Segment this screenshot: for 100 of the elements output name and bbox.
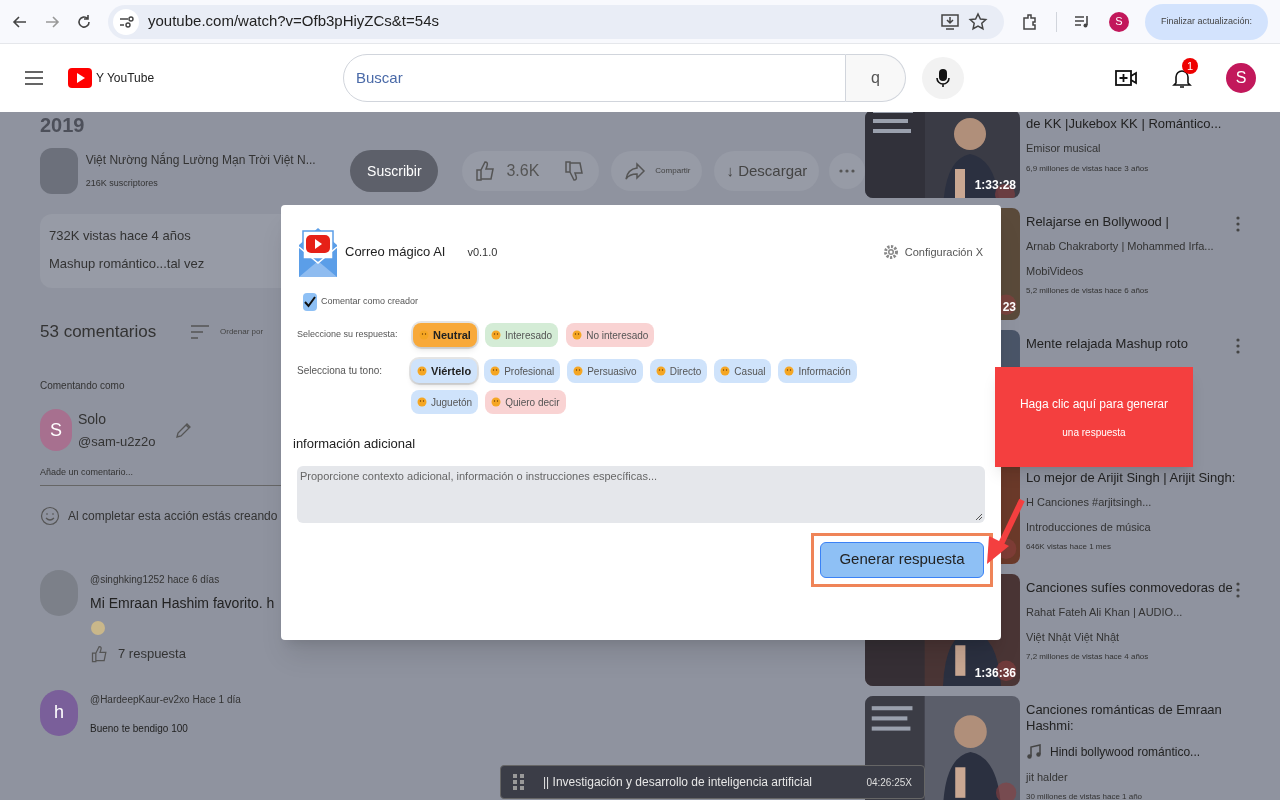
vertical-dots-icon xyxy=(1236,338,1240,354)
video-title[interactable]: Lo mejor de Arijit Singh | Arijit Singh: xyxy=(1026,470,1250,487)
comment-count: 53 comentarios xyxy=(40,321,158,344)
video-subtitle: H Canciones #arjitsingh... xyxy=(1026,495,1153,511)
site-settings-icon[interactable] xyxy=(112,7,140,36)
user-avatar: S xyxy=(40,409,72,452)
forward-icon[interactable] xyxy=(44,13,60,30)
player-title: || Investigación y desarrollo de inteligencia artificial xyxy=(543,774,813,791)
option-chip[interactable]: Profesional xyxy=(484,359,561,383)
reload-icon[interactable] xyxy=(76,13,92,30)
mini-player-bar[interactable]: || Investigación y desarrollo de inteligencia artificial 04:26:25X xyxy=(500,765,925,799)
smiley-icon xyxy=(40,505,60,526)
channel-name[interactable]: jit halder xyxy=(1026,768,1250,785)
extension-title: Correo mágico AI xyxy=(345,243,446,262)
duration-label: 23 xyxy=(1002,299,1016,316)
logo-text[interactable]: Y YouTube xyxy=(96,69,155,87)
subscribe-button[interactable]: Suscribir xyxy=(350,150,439,192)
url-text: youtube.com/watch?v=Ofb3pHiyZCs&t=54s xyxy=(148,11,440,32)
version-label: v0.1.0 xyxy=(467,244,498,260)
option-chip[interactable]: Neutral xyxy=(413,323,477,347)
additional-info-label: información adicional xyxy=(293,435,417,453)
channel-name[interactable]: Việt Nhật Việt Nhật xyxy=(1026,628,1250,646)
commenting-as-label: Comentando como xyxy=(40,379,126,393)
back-icon[interactable] xyxy=(12,13,28,30)
notice-text: Al completar esta acción estás creando xyxy=(68,507,278,525)
resize-handle-icon[interactable] xyxy=(975,512,983,521)
video-year: 2019 xyxy=(40,113,86,138)
channel-name[interactable]: Emisor musical xyxy=(1026,140,1250,157)
duration-label: 1:36:36 xyxy=(974,665,1016,682)
more-options-button[interactable] xyxy=(1236,338,1240,354)
settings-button[interactable]: Configuración X xyxy=(882,243,983,261)
video-subtitle: Rahat Fateh Ali Khan | AUDIO... xyxy=(1026,605,1184,621)
address-bar[interactable]: youtube.com/watch?v=Ofb3pHiyZCs&t=54s xyxy=(108,4,1004,39)
subscriber-count: 216K suscriptores xyxy=(85,177,159,191)
avatar-button[interactable]: S xyxy=(1226,63,1256,93)
play-logo-icon[interactable] xyxy=(68,68,92,88)
video-meta: 6,9 millones de vistas hace 3 años xyxy=(1026,162,1150,175)
video-meta: 30 millones de vistas hace 1 año xyxy=(1026,791,1144,800)
video-meta: 5,2 millones de vistas hace 6 años xyxy=(1026,285,1150,298)
option-chip[interactable]: Juguetón xyxy=(411,390,479,414)
checkbox-label[interactable]: Comentar como creador xyxy=(321,295,419,309)
option-chip[interactable]: Casual xyxy=(714,359,772,383)
comment-author: @singhking1252 hace 6 días xyxy=(90,572,221,587)
video-title[interactable]: Canciones sufíes conmovedoras de xyxy=(1026,580,1250,597)
option-chip[interactable]: Directo xyxy=(649,359,708,383)
channel-name[interactable]: Introducciones de música xyxy=(1026,518,1250,536)
emoji-icon xyxy=(784,366,795,376)
view-stats: 732K vistas hace 4 años xyxy=(49,227,192,245)
emoji-icon xyxy=(490,366,501,376)
commenter-avatar: h xyxy=(40,689,78,736)
video-meta: 7,2 millones de vistas hace 4 años xyxy=(1026,651,1150,664)
tone-label: Selecciona tu tono: xyxy=(297,364,384,378)
drag-handle-icon[interactable] xyxy=(513,774,525,790)
option-chip[interactable]: Quiero decir xyxy=(485,390,566,414)
comment-text: Bueno te bendigo 100 xyxy=(90,721,189,736)
option-chip[interactable]: Viértelo xyxy=(411,359,478,383)
notification-badge: 1 xyxy=(1182,58,1198,74)
response-label: Seleccione su respuesta: xyxy=(297,328,399,342)
settings-gear-icon xyxy=(882,244,899,260)
bookmark-star-icon[interactable] xyxy=(967,11,988,32)
option-chip[interactable]: Información xyxy=(778,359,857,383)
sort-label[interactable]: Ordenar por xyxy=(220,326,264,338)
emoji-icon xyxy=(490,330,501,340)
emoji-icon xyxy=(419,330,429,340)
share-button[interactable]: Compartir xyxy=(611,151,703,191)
mail-logo-icon xyxy=(297,225,339,279)
update-button[interactable]: Finalizar actualización: xyxy=(1144,3,1268,40)
option-chip[interactable]: No interesado xyxy=(566,323,655,347)
channel-name[interactable]: MobiVideos xyxy=(1026,262,1250,280)
video-title[interactable]: Mente relajada Mashup roto xyxy=(1026,336,1250,353)
additional-info-field[interactable]: Proporcione contexto adicional, información o instrucciones específicas... xyxy=(297,465,985,523)
share-arrow-icon xyxy=(623,159,648,183)
emoji-icon xyxy=(720,366,731,376)
search-button[interactable]: q xyxy=(846,54,906,102)
replies-link[interactable]: 7 respuesta xyxy=(118,643,186,664)
video-subtitle: Hindi bollywood romántico... xyxy=(1050,743,1201,761)
option-chip[interactable]: Interesado xyxy=(484,323,559,347)
emoji-icon xyxy=(90,619,106,636)
pointer-arrow xyxy=(985,498,1025,566)
more-options-button[interactable] xyxy=(1236,216,1240,232)
download-button[interactable]: ↓ Descargar xyxy=(714,151,820,191)
video-title[interactable]: de KK |Jukebox KK | Romántico... xyxy=(1026,116,1250,133)
video-title[interactable]: Canciones románticas de Emraan Hashmi: xyxy=(1026,702,1250,735)
menu-icon[interactable] xyxy=(24,68,44,88)
option-chip[interactable]: Persuasivo xyxy=(567,359,643,383)
user-name: Solo xyxy=(78,410,108,429)
vertical-dots-icon xyxy=(1236,582,1240,598)
emoji-icon xyxy=(572,330,583,340)
video-subtitle: Arnab Chakraborty | Mohammed Irfa... xyxy=(1026,239,1215,255)
channel-name[interactable]: Việt Nường Nắng Lường Mạn Trời Việt N... xyxy=(85,151,339,170)
vertical-dots-icon xyxy=(1236,216,1240,232)
duration-label: 1:33:28 xyxy=(974,177,1016,194)
video-title[interactable]: Relajarse en Bollywood | xyxy=(1026,214,1250,231)
checkbox[interactable] xyxy=(303,293,317,311)
profile-button[interactable]: S xyxy=(1108,11,1129,32)
user-handle: @sam-u2z2o xyxy=(78,433,156,451)
voice-search-button[interactable] xyxy=(922,57,964,99)
more-options-button[interactable] xyxy=(1236,582,1240,598)
generate-button[interactable]: Generar respuesta xyxy=(820,541,984,578)
install-icon[interactable] xyxy=(939,11,960,32)
